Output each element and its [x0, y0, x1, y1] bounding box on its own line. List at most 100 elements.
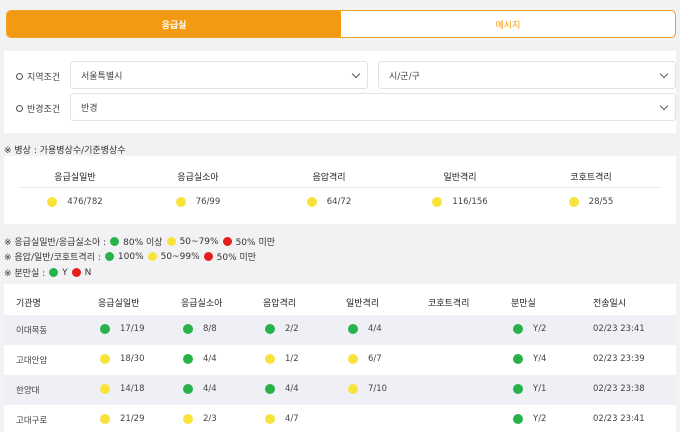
radio-circle-icon — [16, 73, 23, 80]
column-header[interactable]: 응급실소아 — [181, 296, 222, 309]
legend-delivery-red: N — [84, 267, 92, 278]
status-cell: 6/7 — [348, 354, 382, 364]
hospital-table: 기관명 응급실일반 응급실소아 음압격리 일반격리 코호트격리 분만실 전송일시 이대목동 17/… — [4, 284, 676, 432]
status-value: 8/8 — [203, 324, 217, 334]
column-header[interactable]: 코호트격리 — [428, 296, 469, 309]
yellow-dot-icon — [183, 414, 193, 424]
bed-column-value: 64/72 — [262, 197, 396, 207]
status-cell: 7/10 — [348, 384, 387, 394]
radius-select[interactable]: 반경 — [70, 93, 676, 121]
table-row[interactable]: 고대구로 21/29 2/3 4/7 Y/2 02/23 23:41 — [4, 405, 676, 432]
tab-emergency[interactable]: 응급실 — [7, 11, 341, 37]
status-value: Y/2 — [533, 414, 547, 424]
green-dot-icon — [110, 237, 120, 246]
bed-value-text: 28/55 — [588, 197, 614, 207]
green-dot-icon — [100, 324, 110, 334]
status-value: Y/4 — [533, 354, 547, 364]
legend-delivery: ※ 분만실 : Y N — [4, 266, 92, 280]
yellow-dot-icon — [568, 197, 579, 207]
green-dot-icon — [513, 324, 523, 334]
status-value: 18/30 — [120, 354, 145, 364]
legend-iso-prefix: ※ 음압/일반/코호트격리 : — [4, 253, 101, 263]
green-dot-icon — [49, 268, 59, 277]
table-row[interactable]: 고대안암 18/30 4/4 1/2 6/7 Y/4 02/23 23:39 — [4, 345, 676, 375]
yellow-dot-icon — [265, 354, 275, 364]
bed-value-text: 76/99 — [195, 197, 221, 207]
green-dot-icon — [348, 324, 358, 334]
bed-column-label: 코호트격리 — [570, 173, 612, 183]
yellow-dot-icon — [47, 197, 58, 207]
bed-column-value: 476/782 — [8, 197, 142, 207]
hospital-name: 고대구로 — [16, 416, 48, 426]
status-value: 7/10 — [368, 384, 388, 394]
bed-value-text: 116/156 — [452, 197, 488, 207]
status-value: 4/7 — [285, 414, 299, 424]
legend-iso-yellow: 50~99% — [160, 251, 200, 262]
column-header[interactable]: 기관명 — [16, 296, 41, 309]
legend-er: ※ 응급실일반/응급실소아 : 80% 이상 50~79% 50% 미만 — [4, 235, 275, 249]
bed-value-text: 476/782 — [67, 197, 103, 207]
status-cell: Y/1 — [513, 384, 546, 394]
bed-column-label: 음압격리 — [312, 173, 346, 183]
district-select-value: 시/군/구 — [389, 71, 420, 82]
bed-column: 응급실소아 76/99 — [131, 156, 265, 224]
chevron-down-icon — [659, 101, 669, 111]
column-header[interactable]: 전송일시 — [593, 296, 626, 309]
status-value: Y/2 — [533, 324, 547, 334]
legend-iso-red: 50% 미만 — [216, 253, 257, 263]
table-row[interactable]: 한양대 14/18 4/4 4/4 7/10 Y/1 02/23 23:38 — [4, 375, 676, 405]
bed-column-value: 76/99 — [131, 197, 265, 207]
status-value: 21/29 — [120, 414, 145, 424]
column-header[interactable]: 일반격리 — [346, 296, 379, 309]
tab-message[interactable]: 메시지 — [341, 11, 675, 37]
green-dot-icon — [183, 324, 193, 334]
sent-time: 02/23 23:41 — [593, 324, 645, 334]
column-header[interactable]: 응급실일반 — [98, 296, 139, 309]
district-select[interactable]: 시/군/구 — [378, 61, 676, 89]
status-cell: 8/8 — [183, 324, 217, 334]
hospital-name: 한양대 — [16, 386, 40, 396]
region-select[interactable]: 서울특별시 — [70, 61, 368, 89]
bed-column-value: 28/55 — [524, 197, 658, 207]
yellow-dot-icon — [100, 414, 110, 424]
bed-value-text: 64/72 — [326, 197, 352, 207]
green-dot-icon — [265, 384, 275, 394]
legend-isolation: ※ 음압/일반/코호트격리 : 100% 50~99% 50% 미만 — [4, 250, 257, 264]
yellow-dot-icon — [348, 354, 358, 364]
sent-time: 02/23 23:41 — [593, 414, 645, 424]
red-dot-icon — [71, 268, 81, 277]
chevron-down-icon — [351, 69, 361, 79]
status-value: 14/18 — [120, 384, 145, 394]
region-select-value: 서울특별시 — [81, 71, 123, 82]
legend-er-prefix: ※ 응급실일반/응급실소아 : — [4, 238, 107, 248]
hospital-name: 고대안암 — [16, 356, 48, 366]
bed-column: 응급실일반 476/782 — [8, 156, 142, 224]
yellow-dot-icon — [166, 237, 176, 246]
legend-delivery-prefix: ※ 분만실 : — [4, 269, 46, 279]
table-row[interactable]: 이대목동 17/19 8/8 2/2 4/4 Y/2 02/23 23:41 — [4, 315, 676, 345]
status-cell: Y/2 — [513, 414, 546, 424]
status-cell: Y/2 — [513, 324, 546, 334]
region-radio[interactable]: 지역조건 — [16, 70, 60, 83]
status-value: 2/3 — [203, 414, 217, 424]
radius-label: 반경조건 — [27, 105, 61, 115]
filter-panel: 지역조건 서울특별시 시/군/구 반경조건 반경 — [4, 51, 676, 133]
status-cell: 14/18 — [100, 384, 145, 394]
column-header[interactable]: 분만실 — [511, 296, 536, 309]
status-cell: 4/4 — [183, 384, 217, 394]
status-value: Y/1 — [533, 384, 547, 394]
status-value: 4/4 — [203, 354, 217, 364]
status-cell: 2/2 — [265, 324, 299, 334]
green-dot-icon — [104, 252, 114, 261]
status-cell: 1/2 — [265, 354, 299, 364]
beds-title: ※ 병상 : 가용병상수/기준병상수 — [4, 146, 126, 156]
bed-column: 음압격리 64/72 — [262, 156, 396, 224]
status-value: 4/4 — [285, 384, 299, 394]
green-dot-icon — [265, 324, 275, 334]
column-header[interactable]: 음압격리 — [263, 296, 296, 309]
yellow-dot-icon — [432, 197, 443, 207]
green-dot-icon — [513, 384, 523, 394]
hospital-name: 이대목동 — [16, 326, 48, 336]
radius-radio[interactable]: 반경조건 — [16, 102, 60, 115]
status-cell: 4/4 — [265, 384, 299, 394]
